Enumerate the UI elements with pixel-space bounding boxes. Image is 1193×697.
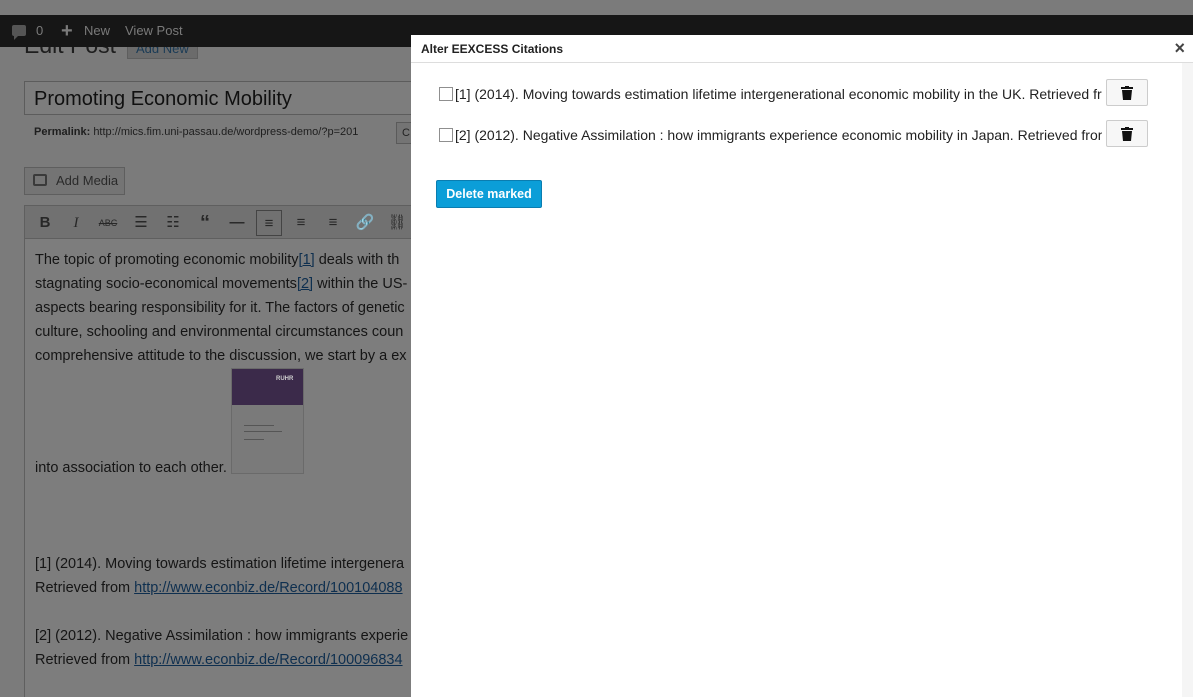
dialog-header: Alter EEXCESS Citations × xyxy=(411,35,1193,63)
permalink-edit-button[interactable]: C xyxy=(396,122,411,144)
align-left-icon[interactable]: ≡ xyxy=(256,210,282,236)
reference-link[interactable]: http://www.econbiz.de/Record/100096834 xyxy=(134,652,402,668)
alter-citations-dialog: Alter EEXCESS Citations × [1] (2014). Mo… xyxy=(411,35,1193,697)
citation-checkbox[interactable] xyxy=(439,128,453,142)
reference-line: Retrieved from http://www.econbiz.de/Rec… xyxy=(35,580,403,596)
editor-line: The topic of promoting economic mobility… xyxy=(35,252,400,268)
citation-text: [2] (2012). Negative Assimilation : how … xyxy=(455,127,1102,143)
browser-top-strip xyxy=(0,0,1193,15)
citation-link[interactable]: [2] xyxy=(297,276,313,292)
editor-line: into association to each other. xyxy=(35,460,227,476)
permalink: Permalink: http://mics.fim.uni-passau.de… xyxy=(34,126,358,138)
citation-row: [1] (2014). Moving towards estimation li… xyxy=(439,86,1103,107)
permalink-url[interactable]: http://mics.fim.uni-passau.de/wordpress-… xyxy=(93,126,358,138)
dialog-scrollbar[interactable] xyxy=(1182,63,1193,697)
page-title: Edit Post xyxy=(24,47,116,59)
thumbnail-header: RUHR xyxy=(232,369,303,405)
plus-icon[interactable]: + xyxy=(61,15,73,47)
editor-line: aspects bearing responsibility for it. T… xyxy=(35,300,405,316)
delete-citation-button[interactable] xyxy=(1106,79,1148,106)
unlink-icon[interactable]: ⛓ xyxy=(384,210,410,236)
media-icon xyxy=(33,174,47,186)
embedded-document-thumbnail[interactable]: RUHR xyxy=(231,368,304,474)
citation-checkbox[interactable] xyxy=(439,87,453,101)
reference-line: [1] (2014). Moving towards estimation li… xyxy=(35,556,405,572)
align-right-icon[interactable]: ≡ xyxy=(320,210,346,236)
comments-count[interactable]: 0 xyxy=(36,15,43,47)
citation-row: [2] (2012). Negative Assimilation : how … xyxy=(439,127,1103,148)
link-icon[interactable]: 🔗 xyxy=(352,210,378,236)
thumbnail-line xyxy=(244,425,274,426)
dialog-title: Alter EEXCESS Citations xyxy=(421,42,564,56)
editor-toolbar: B I ABC ☰ ☷ “ — ≡ ≡ ≡ 🔗 ⛓ xyxy=(24,205,411,239)
reference-line: [2] (2012). Negative Assimilation : how … xyxy=(35,628,409,644)
editor-line: culture, schooling and environmental cir… xyxy=(35,324,404,340)
post-title-input[interactable]: Promoting Economic Mobility xyxy=(24,81,411,115)
trash-icon xyxy=(1121,127,1133,141)
citation-link[interactable]: [1] xyxy=(299,252,315,268)
editor-line: stagnating socio-economical movements[2]… xyxy=(35,276,408,292)
new-link[interactable]: New xyxy=(84,15,110,47)
comments-icon[interactable] xyxy=(12,25,26,40)
add-new-button[interactable]: Add New xyxy=(127,47,198,59)
trash-icon xyxy=(1121,86,1133,100)
bullet-list-icon[interactable]: ☰ xyxy=(128,210,154,236)
editor-line: comprehensive attitude to the discussion… xyxy=(35,348,407,364)
add-media-button[interactable]: Add Media xyxy=(24,167,125,195)
permalink-label: Permalink: xyxy=(34,126,91,138)
thumbnail-label: RUHR xyxy=(276,376,294,382)
view-post-link[interactable]: View Post xyxy=(125,15,183,47)
bold-icon[interactable]: B xyxy=(32,210,58,236)
numbered-list-icon[interactable]: ☷ xyxy=(160,210,186,236)
post-editor-background: Edit Post Add New Promoting Economic Mob… xyxy=(0,47,411,697)
reference-line: Retrieved from http://www.econbiz.de/Rec… xyxy=(35,652,403,668)
strikethrough-icon[interactable]: ABC xyxy=(95,210,121,236)
thumbnail-line xyxy=(244,439,264,440)
thumbnail-line xyxy=(244,431,282,432)
italic-icon[interactable]: I xyxy=(63,210,89,236)
reference-link[interactable]: http://www.econbiz.de/Record/100104088 xyxy=(134,580,402,596)
blockquote-icon[interactable]: “ xyxy=(192,210,218,236)
close-icon[interactable]: × xyxy=(1174,39,1185,57)
align-center-icon[interactable]: ≡ xyxy=(288,210,314,236)
citation-text: [1] (2014). Moving towards estimation li… xyxy=(455,86,1102,102)
delete-marked-button[interactable]: Delete marked xyxy=(436,180,542,208)
horizontal-rule-icon[interactable]: — xyxy=(224,210,250,236)
add-media-label: Add Media xyxy=(56,173,119,188)
delete-citation-button[interactable] xyxy=(1106,120,1148,147)
